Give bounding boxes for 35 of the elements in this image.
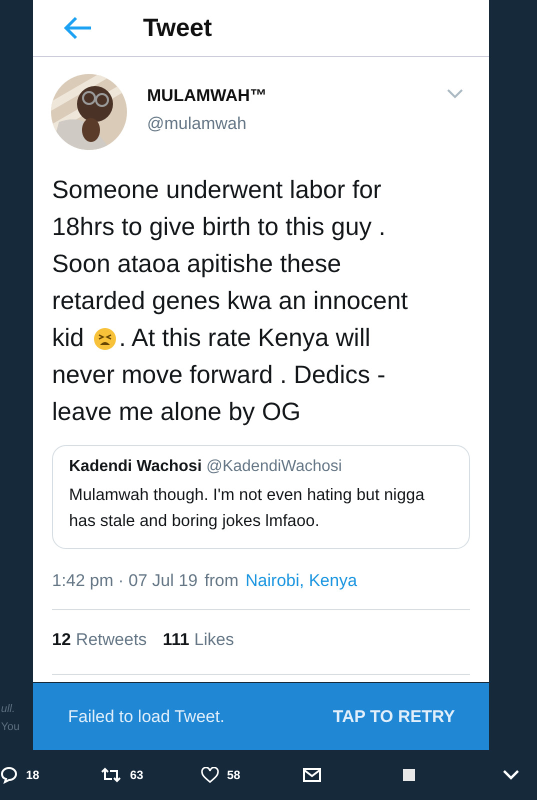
stat-count: 111 (162, 630, 190, 650)
timestamp: 1:42 pm · 07 Jul 19 (52, 571, 198, 591)
mail-icon[interactable] (303, 768, 321, 782)
action-count: 58 (227, 768, 240, 782)
retry-button[interactable]: TAP TO RETRY (332, 706, 455, 726)
quoted-tweet[interactable]: Kadendi Wachosi @KadendiWachosi Mulamwah though. I'm not even hating but nigga has stale and boring jokes lmfaoo. (52, 445, 470, 549)
background-text: You (1, 721, 20, 733)
background-text: ull. (1, 703, 16, 715)
error-message: Failed to load Tweet. (68, 706, 225, 726)
stat-count: 12 (52, 630, 71, 650)
action-count: 18 (26, 768, 40, 782)
stat-label[interactable]: Retweets (76, 630, 147, 650)
quoted-tweet-text: Mulamwah though. I'm not even hating but nigga has stale and boring jokes lmfaoo. (69, 485, 426, 532)
user-name[interactable]: MULAMWAH™ (147, 86, 447, 106)
page-title: Tweet (143, 14, 212, 42)
location-link[interactable]: Nairobi, Kenya (246, 571, 358, 591)
tweet-text: Soon ataoa apitishe these (52, 249, 342, 280)
action-count: 63 (130, 768, 144, 782)
retweet-icon[interactable] (100, 766, 122, 784)
tweet-text: retarded genes kwa an innocent (52, 286, 408, 317)
quoted-user-handle: @KadendiWachosi (206, 458, 342, 475)
reply-icon[interactable] (0, 766, 18, 784)
tired-face-icon (92, 326, 117, 350)
tweet-text: leave me alone by OG (52, 397, 301, 428)
tweet-text: 18hrs to give birth to this guy . (52, 212, 386, 243)
heart-icon[interactable] (201, 767, 219, 783)
quoted-user-name: Kadendi Wachosi (69, 458, 202, 475)
tweet-text: kid (52, 323, 84, 354)
user-handle[interactable]: @mulamwah (147, 114, 447, 134)
tweet-text: . At this rate Kenya will (118, 323, 370, 354)
from-label: from (204, 571, 239, 591)
stat-label[interactable]: Likes (194, 630, 234, 650)
tweet-text: never move forward . Dedics - (52, 360, 386, 391)
tweet-text: Someone underwent labor for (52, 175, 382, 206)
back-icon[interactable] (63, 16, 93, 40)
